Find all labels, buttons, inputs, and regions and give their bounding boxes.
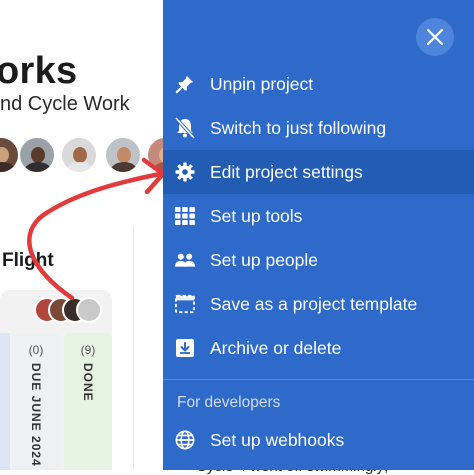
menu-item-unpin-project[interactable]: Unpin project (163, 62, 474, 106)
project-title: orks (0, 50, 78, 92)
column-count: (9) (80, 343, 96, 357)
grid-icon (175, 206, 195, 226)
avatar[interactable] (0, 136, 20, 174)
column-divider (133, 228, 134, 470)
menu-item-switch-following[interactable]: Switch to just following (163, 106, 474, 150)
menu-item-label: Unpin project (210, 73, 314, 94)
column-label: DUE JUNE 2024 (29, 363, 43, 467)
avatar[interactable] (18, 136, 56, 174)
menu-item-label: Archive or delete (210, 337, 342, 358)
menu-item-edit-project-settings[interactable]: Edit project settings (163, 150, 474, 194)
pin-icon (175, 74, 195, 94)
menu-item-label: Set up webhooks (210, 429, 345, 450)
avatar[interactable] (104, 136, 142, 174)
close-icon (426, 28, 444, 46)
column-label: DONE (81, 363, 95, 402)
project-subtitle: nd Cycle Work (0, 93, 130, 115)
menu-item-save-as-template[interactable]: Save as a project template (163, 282, 474, 326)
menu-item-label: Edit project settings (210, 161, 363, 182)
column-due[interactable]: (0) DUE JUNE 2024 (12, 333, 60, 470)
archive-icon (175, 338, 195, 358)
avatar[interactable] (76, 297, 102, 323)
menu-item-label: Set up people (210, 249, 319, 270)
menu-divider (163, 379, 474, 380)
close-button[interactable] (416, 18, 454, 56)
menu-item-set-up-webhooks[interactable]: Set up webhooks (163, 418, 474, 462)
card-table-title: Flight (2, 250, 54, 271)
bell-off-icon (175, 117, 195, 139)
globe-icon (175, 430, 195, 450)
menu-item-set-up-people[interactable]: Set up people (163, 238, 474, 282)
column-done[interactable]: (9) DONE (64, 333, 112, 470)
people-icon (175, 250, 195, 270)
avatar[interactable] (60, 136, 98, 174)
column-count: (0) (28, 343, 44, 357)
menu-item-label: Switch to just following (210, 117, 387, 138)
developers-heading: For developers (177, 394, 281, 411)
menu-item-label: Set up tools (210, 205, 303, 226)
gear-icon (175, 162, 195, 182)
template-icon (175, 294, 195, 314)
board-avatars (34, 297, 106, 325)
menu-item-set-up-tools[interactable]: Set up tools (163, 194, 474, 238)
menu-item-label: Save as a project template (210, 293, 418, 314)
menu-item-archive-or-delete[interactable]: Archive or delete (163, 326, 474, 370)
column-edge (0, 333, 10, 470)
